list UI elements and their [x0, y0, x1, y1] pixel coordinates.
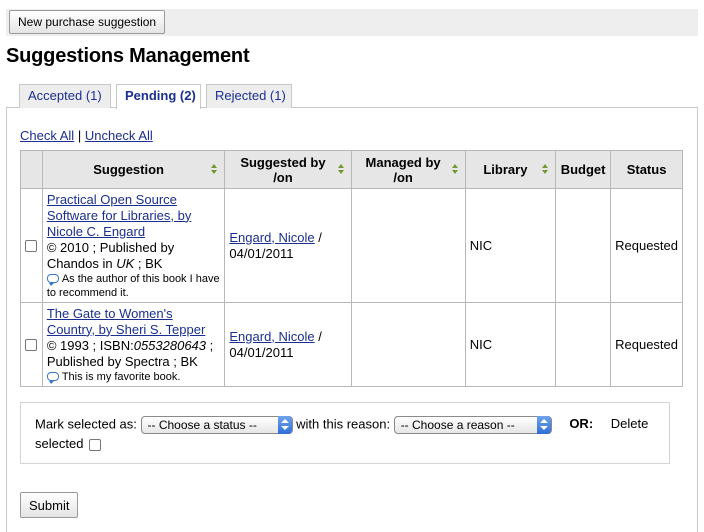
status-select-value: -- Choose a status --	[147, 418, 257, 432]
bulk-actions-line: Mark selected as: -- Choose a status -- …	[35, 416, 648, 434]
new-purchase-suggestion-button[interactable]: New purchase suggestion	[9, 10, 166, 34]
header-suggestion[interactable]: Suggestion	[41, 150, 226, 189]
check-links: Check All | Uncheck All	[20, 128, 153, 143]
row-checkbox[interactable]	[25, 240, 38, 253]
suggestion-note: This is my favorite book.	[46, 370, 221, 384]
header-suggestion-label: Suggestion	[93, 162, 164, 177]
suggested-on-date: 04/01/2011	[229, 344, 294, 360]
header-library[interactable]: Library	[464, 150, 557, 189]
sort-icon[interactable]	[337, 163, 345, 176]
suggested-on-date: 04/01/2011	[229, 245, 294, 261]
header-status[interactable]: Status	[610, 150, 683, 189]
header-budget[interactable]: Budget	[555, 150, 612, 189]
tab-pending[interactable]: Pending (2)	[116, 84, 201, 109]
check-all-link[interactable]: Check All	[20, 128, 74, 143]
table-header-row: Suggestion Suggested by /on Managed by /…	[20, 150, 683, 189]
suggestion-details-pre: © 1993 ; ISBN:	[46, 337, 134, 353]
delete-selected-label: selected	[35, 436, 84, 451]
suggested-by-link[interactable]: Engard, Nicole	[229, 329, 314, 344]
suggestion-title-link[interactable]: The Gate to Women's Country, by Sheri S.…	[47, 306, 206, 337]
delete-label: Delete	[610, 416, 649, 432]
suggested-by-cell: Engard, Nicole / 04/01/2011	[224, 302, 352, 387]
select-arrows-icon	[277, 416, 292, 434]
status-select[interactable]: -- Choose a status --	[140, 416, 293, 434]
tab-rejected[interactable]: Rejected (1)	[206, 84, 292, 108]
row-checkbox-cell	[20, 188, 43, 303]
library-cell: NIC	[464, 188, 557, 303]
table-row: The Gate to Women's Country, by Sheri S.…	[20, 302, 683, 387]
bulk-actions-box: Mark selected as: -- Choose a status -- …	[20, 402, 670, 464]
submit-button[interactable]: Submit	[20, 492, 79, 518]
sort-icon[interactable]	[451, 163, 459, 176]
header-status-label: Status	[626, 162, 667, 177]
header-suggested-by-label: Suggested by /on	[240, 154, 326, 185]
header-checkbox-column	[20, 150, 43, 189]
reason-label: with this reason:	[296, 416, 391, 432]
uncheck-all-link[interactable]: Uncheck All	[85, 128, 153, 143]
suggestions-table: Suggestion Suggested by /on Managed by /…	[20, 150, 683, 387]
header-managed-by[interactable]: Managed by /on	[350, 150, 466, 189]
bulk-actions-line-2: selected	[35, 436, 102, 451]
sort-icon[interactable]	[211, 163, 218, 176]
suggestion-cell: The Gate to Women's Country, by Sheri S.…	[41, 302, 226, 387]
sort-icon[interactable]	[542, 163, 549, 176]
budget-cell	[555, 188, 612, 303]
delete-selected-checkbox[interactable]	[89, 438, 102, 451]
suggestion-note-text: As the author of this book I have to rec…	[46, 272, 220, 299]
status-cell: Requested	[610, 188, 683, 303]
suggested-by-separator: /	[314, 328, 322, 344]
table-row: Practical Open Source Software for Libra…	[20, 188, 683, 303]
header-managed-by-label: Managed by /on	[365, 154, 441, 185]
suggestion-note-text: This is my favorite book.	[61, 370, 181, 383]
suggestion-title-link[interactable]: Practical Open Source Software for Libra…	[47, 192, 192, 239]
suggested-by-separator: /	[314, 229, 322, 245]
tab-accepted[interactable]: Accepted (1)	[19, 84, 111, 108]
managed-by-cell	[350, 188, 466, 303]
budget-cell	[555, 302, 612, 387]
status-cell: Requested	[610, 302, 683, 387]
check-links-separator: |	[77, 128, 82, 143]
header-suggested-by[interactable]: Suggested by /on	[224, 150, 352, 189]
speech-bubble-icon	[46, 273, 59, 286]
suggested-by-cell: Engard, Nicole / 04/01/2011	[224, 188, 352, 303]
suggestion-details-em: UK	[116, 255, 135, 271]
speech-bubble-icon	[46, 371, 59, 384]
select-arrows-icon	[536, 416, 551, 434]
managed-by-cell	[350, 302, 466, 387]
page-title: Suggestions Management	[6, 45, 250, 67]
row-checkbox-cell	[20, 302, 43, 387]
suggestion-details-post: ; BK	[134, 255, 163, 271]
mark-selected-label: Mark selected as:	[35, 416, 137, 432]
suggestion-details-em: 0553280643	[133, 337, 207, 353]
suggestion-cell: Practical Open Source Software for Libra…	[41, 188, 226, 303]
toolbar: New purchase suggestion	[6, 9, 698, 36]
header-library-label: Library	[483, 162, 528, 177]
or-label: OR:	[569, 416, 594, 432]
header-budget-label: Budget	[560, 162, 606, 177]
row-checkbox[interactable]	[25, 339, 38, 352]
suggested-by-link[interactable]: Engard, Nicole	[229, 230, 314, 245]
suggestion-note: As the author of this book I have to rec…	[46, 272, 221, 300]
reason-select-value: -- Choose a reason --	[400, 418, 515, 432]
reason-select[interactable]: -- Choose a reason --	[393, 416, 552, 434]
library-cell: NIC	[464, 302, 557, 387]
